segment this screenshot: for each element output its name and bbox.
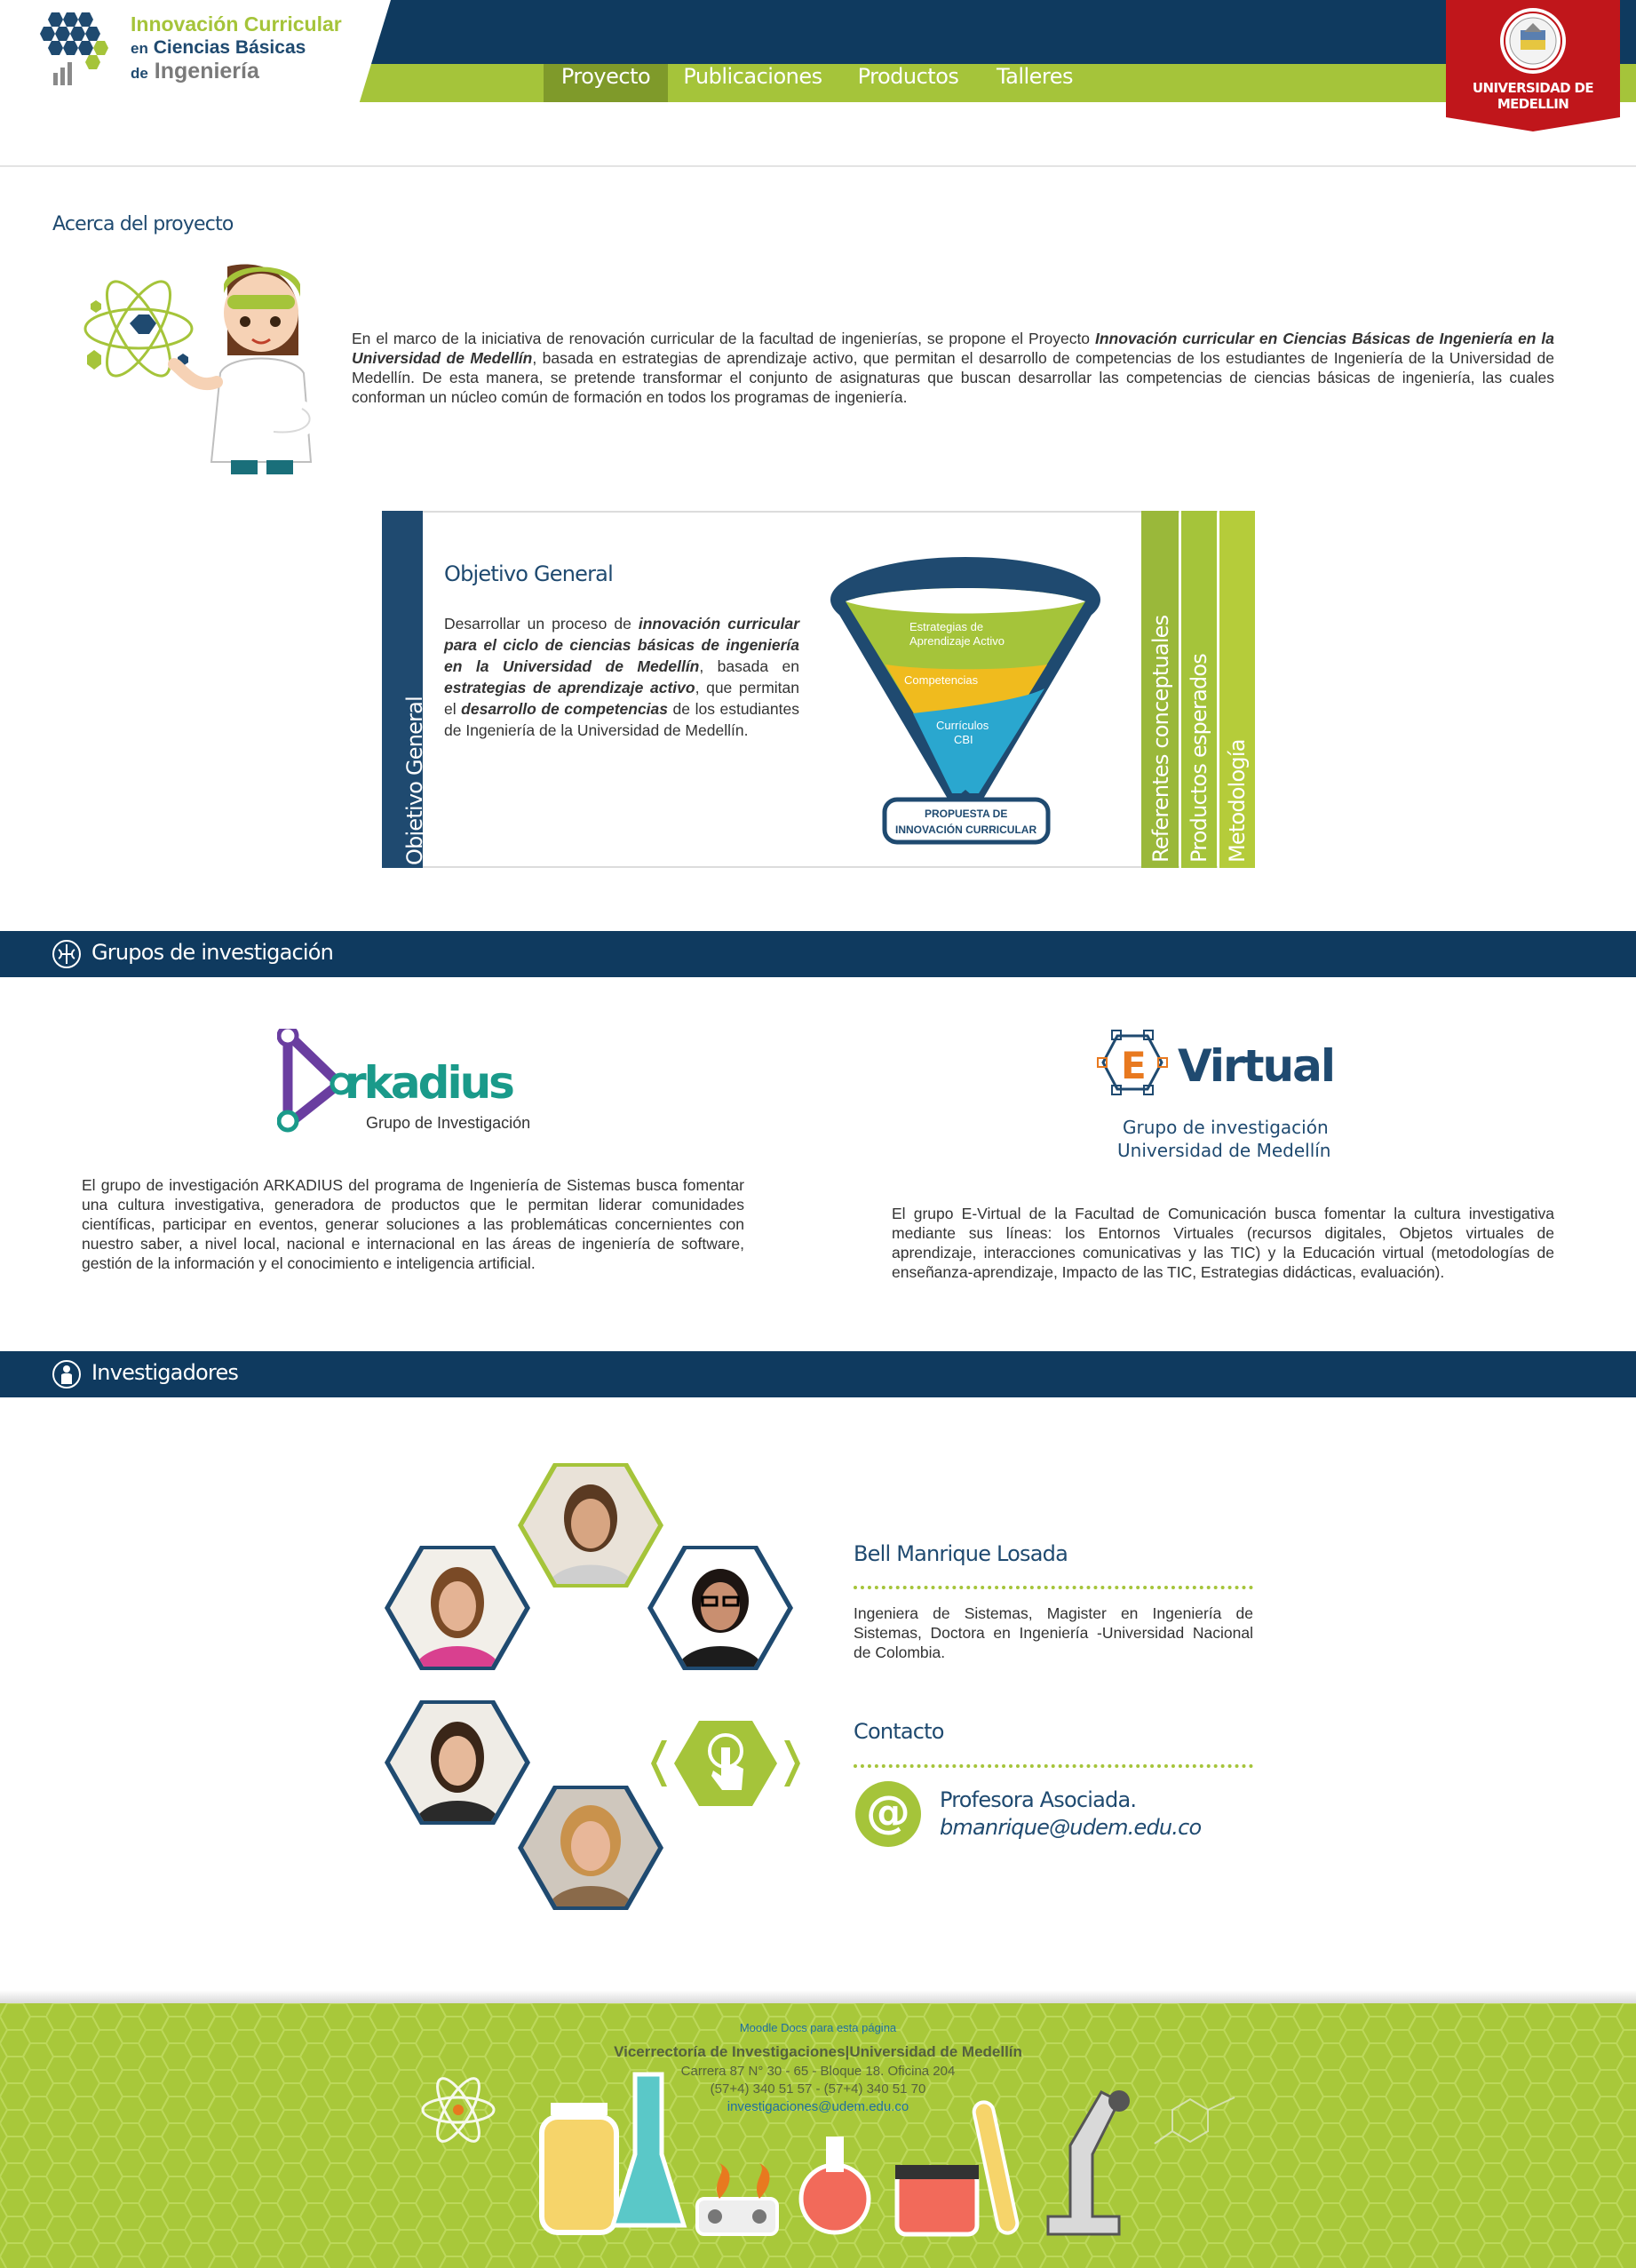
contact-title: Contacto [854,1719,944,1744]
evirtual-subtitle-1: Grupo de investigación [1123,1117,1329,1138]
objetivo-p2: , basada en [699,657,799,675]
investigator-photo-3[interactable] [647,1546,793,1670]
logo-line-2-prefix: en [131,40,148,57]
logo-hexagon-icon[interactable] [34,7,123,92]
footer-shadow [0,1990,1636,2004]
funnel-layer3-line1: Currículos [936,719,989,732]
tab-productos-esperados[interactable]: Productos esperados [1179,511,1217,868]
nav-publicaciones[interactable]: Publicaciones [675,64,830,102]
footer-address: Carrera 87 N° 30 - 65 - Bloque 18. Ofici… [680,2064,956,2079]
touch-hand-icon[interactable] [651,1721,800,1806]
contact-email-link[interactable]: bmanrique@udem.edu.co [940,1815,1202,1840]
investigator-photo-2[interactable] [385,1546,530,1670]
person-icon [52,1360,81,1389]
arkadius-logo[interactable]: rkadius Grupo de Investigación [277,1029,561,1139]
arkadius-description: El grupo de investigación ARKADIUS del p… [82,1176,744,1272]
footer-email-link[interactable]: investigaciones@udem.edu.co [0,2099,1636,2114]
footer-moodle-docs-link[interactable]: Moodle Docs para esta página [0,2021,1636,2034]
investigator-photo-5[interactable] [518,1786,663,1910]
nav-talleres[interactable]: Talleres [986,64,1084,102]
evirtual-wordmark: Virtual [1178,1040,1334,1092]
acerca-title: Acerca del proyecto [52,213,234,235]
funnel-base-line2: INNOVACIÓN CURRICULAR [895,823,1036,836]
evirtual-logo[interactable]: E Virtual Grupo de investigación Univers… [1085,1029,1352,1171]
funnel-layer1-line2: Aprendizaje Activo [909,634,1005,648]
funnel-layer1-line1: Estrategias de [909,620,983,633]
objetivo-title: Objetivo General [444,561,614,586]
tab-productos-label: Productos esperados [1187,653,1211,863]
arkadius-subtitle: Grupo de Investigación [366,1114,530,1132]
objetivo-p1: Desarrollar un proceso de [444,615,639,633]
logo-line-1: Innovación Curricular [131,12,342,36]
university-badge[interactable] [1446,0,1620,133]
evirtual-letter: E [1121,1044,1147,1087]
footer-phone: (57+4) 340 51 57 - (57+4) 340 51 70 [710,2081,926,2097]
logo-line-3-main: Ingeniería [154,59,259,84]
nav-productos[interactable]: Productos [848,64,968,102]
investigator-bio: Ingeniera de Sistemas, Magister en Ingen… [854,1604,1253,1661]
tab-referentes-label: Referentes conceptuales [1148,615,1173,863]
logo-line-3: de Ingeniería [131,59,259,84]
logo-line-2: en Ciencias Básicas [131,37,306,59]
evirtual-description: El grupo E-Virtual de la Facultad de Com… [892,1205,1554,1281]
nav-proyecto[interactable]: Proyecto [544,64,668,102]
contact-role: Profesora Asociada. [940,1787,1137,1812]
investigator-photo-1[interactable] [518,1463,663,1588]
funnel-diagram: Estrategias de Aprendizaje Activo Compet… [830,557,1100,845]
investigadores-title: Investigadores [91,1360,239,1385]
investigators-hex-grid [385,1463,800,1910]
dotted-divider [854,1586,1253,1589]
objetivo-paragraph: Desarrollar un proceso de innovación cur… [444,613,799,741]
acerca-text-after: , basada en estrategias de aprendizaje a… [352,349,1555,406]
logo-line-2-main: Ciencias Básicas [153,37,306,58]
arkadius-wordmark: rkadius [345,1057,513,1109]
objetivo-side-label: Objetivo General [402,696,427,865]
grupos-title: Grupos de investigación [91,940,334,965]
investigadores-section-bar [0,1351,1636,1397]
tab-referentes-conceptuales[interactable]: Referentes conceptuales [1141,511,1179,868]
funnel-layer3-line2: CBI [954,733,973,746]
footer-organization: Vicerrectoría de Investigaciones|Univers… [614,2043,1022,2060]
objetivo-b2: estrategias de aprendizaje activo [444,679,695,696]
investigator-photo-4[interactable] [385,1700,530,1825]
tab-metodologia-label: Metodología [1225,739,1250,863]
tab-metodologia[interactable]: Metodología [1218,511,1255,868]
scientist-illustration [83,264,318,474]
investigator-name: Bell Manrique Losada [854,1541,1068,1566]
dotted-divider [854,1764,1253,1768]
funnel-layer2: Competencias [904,673,979,687]
email-at-icon: @ [855,1781,921,1847]
evirtual-subtitle-2: Universidad de Medellín [1117,1140,1330,1161]
acerca-text-before: En el marco de la iniciativa de renovaci… [352,330,1095,347]
header-divider [0,165,1636,167]
logo-line-3-prefix: de [131,65,148,82]
acerca-paragraph: En el marco de la iniciativa de renovaci… [352,329,1554,407]
university-badge-label: UNIVERSIDAD DE MEDELLIN [1472,80,1594,112]
funnel-base-line1: PROPUESTA DE [925,808,1007,820]
objetivo-b3: desarrollo de competencias [461,700,669,718]
brain-icon [52,940,81,968]
